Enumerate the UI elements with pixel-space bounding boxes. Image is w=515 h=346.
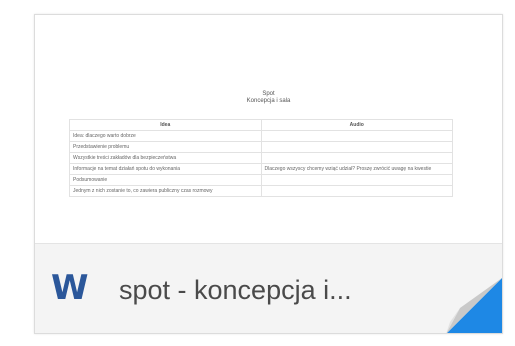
table-cell: [260, 185, 453, 197]
table-row: Jednym z nich zostanie to, co zawiera pu…: [69, 185, 453, 197]
page-fold-icon: [446, 278, 502, 333]
file-name[interactable]: spot - koncepcja i...: [119, 274, 352, 306]
table-row: Idea: dlaczego warto dobrze: [69, 130, 453, 142]
file-footer[interactable]: W spot - koncepcja i...: [35, 243, 502, 333]
document-preview[interactable]: Spot Koncepcja i sala Idea Audio Idea: d…: [35, 15, 502, 243]
doc-subtitle: Koncepcja i sala: [246, 98, 291, 104]
table-row: Informacje na temat działań spotu do wyk…: [69, 163, 453, 175]
table-cell: Podsumowanie: [69, 174, 262, 186]
table-header: Idea: [69, 119, 262, 131]
table-header: Audio: [260, 119, 453, 131]
table-cell: Jednym z nich zostanie to, co zawiera pu…: [69, 185, 262, 197]
word-icon: W: [51, 268, 89, 308]
doc-table: Idea Audio Idea: dlaczego warto dobrze P…: [69, 119, 453, 197]
table-cell: Przedstawienie problemu: [69, 141, 262, 153]
file-card[interactable]: Spot Koncepcja i sala Idea Audio Idea: d…: [34, 14, 503, 334]
table-cell: [260, 174, 453, 186]
table-cell: [260, 152, 453, 164]
table-cell: [260, 141, 453, 153]
table-row: Podsumowanie: [69, 174, 453, 186]
table-cell: [260, 130, 453, 142]
table-row: Wszystkie treści zakładów dla bezpieczeń…: [69, 152, 453, 164]
doc-title: Spot: [262, 91, 275, 97]
table-header-row: Idea Audio: [69, 119, 453, 131]
table-cell: Dlaczego wszyscy chcemy wziąć udział? Pr…: [260, 163, 453, 175]
table-cell: Informacje na temat działań spotu do wyk…: [69, 163, 262, 175]
table-row: Przedstawienie problemu: [69, 141, 453, 153]
table-cell: Wszystkie treści zakładów dla bezpieczeń…: [69, 152, 262, 164]
table-cell: Idea: dlaczego warto dobrze: [69, 130, 262, 142]
